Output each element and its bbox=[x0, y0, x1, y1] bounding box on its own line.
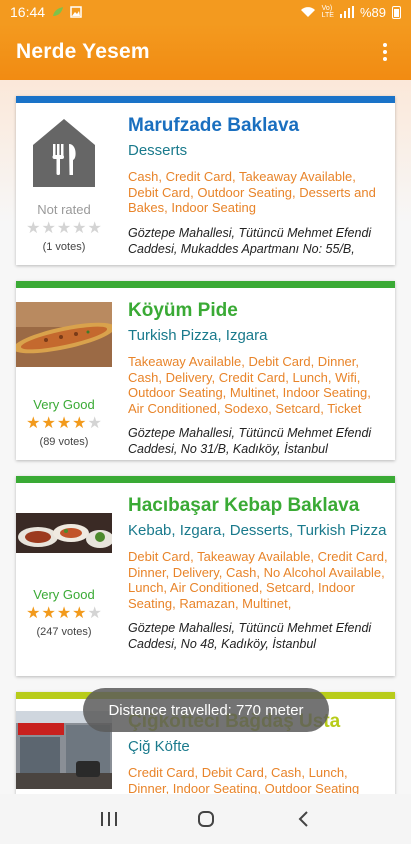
wifi-icon bbox=[300, 7, 315, 17]
star-icon: ★ bbox=[72, 415, 87, 432]
rating-label: Not rated bbox=[37, 202, 91, 217]
star-icon: ★ bbox=[87, 220, 102, 237]
restaurant-name: Hacıbaşar Kebap Baklava bbox=[128, 495, 360, 516]
star-icon: ★ bbox=[26, 605, 41, 622]
rating-stars: ★ ★ ★ ★ ★ bbox=[26, 606, 102, 622]
star-icon: ★ bbox=[72, 220, 87, 237]
restaurant-address: Göztepe Mahallesi, Tütüncü Mehmet Efendi… bbox=[128, 621, 372, 651]
restaurant-category: Turkish Pizza, Izgara bbox=[128, 327, 268, 344]
restaurant-tags: Takeaway Available, Debit Card, Dinner, … bbox=[128, 354, 371, 416]
pide-photo bbox=[16, 302, 112, 367]
volte-top: Vo) bbox=[321, 5, 333, 12]
star-icon: ★ bbox=[56, 415, 72, 432]
card-info: Köyüm Pide Turkish Pizza, Izgara Takeawa… bbox=[128, 288, 389, 457]
notification-icons bbox=[51, 6, 82, 18]
card-left: Not rated ★ ★ ★ ★ ★ (1 votes) bbox=[16, 103, 112, 265]
star-icon: ★ bbox=[87, 605, 102, 622]
home-icon bbox=[197, 811, 214, 827]
card-info: Hacıbaşar Kebap Baklava Kebab, Izgara, D… bbox=[128, 483, 389, 652]
star-icon: ★ bbox=[41, 605, 56, 622]
vote-count: (89 votes) bbox=[39, 436, 89, 448]
home-button[interactable] bbox=[186, 799, 226, 839]
status-right: Vo) LTE %89 bbox=[300, 5, 401, 20]
rating-label: Very Good bbox=[33, 397, 95, 412]
restaurant-list[interactable]: Not rated ★ ★ ★ ★ ★ (1 votes) Marufzade Bakl… bbox=[0, 80, 411, 794]
restaurant-tags: Debit Card, Takeaway Available, Credit C… bbox=[128, 549, 388, 611]
card-left: Very Good ★ ★ ★ ★ ★ (247 votes) bbox=[16, 483, 112, 676]
recent-apps-button[interactable] bbox=[89, 799, 129, 839]
restaurant-address: Göztepe Mahallesi, Tütüncü Mehmet Efendi… bbox=[128, 426, 372, 456]
battery-icon bbox=[392, 5, 401, 19]
system-nav-bar bbox=[0, 794, 411, 844]
vote-count: (1 votes) bbox=[42, 241, 86, 253]
star-icon: ★ bbox=[56, 605, 72, 622]
restaurant-category: Desserts bbox=[128, 142, 188, 159]
rating-label: Very Good bbox=[33, 587, 95, 602]
star-icon: ★ bbox=[26, 220, 41, 237]
volte-bottom: LTE bbox=[321, 12, 334, 19]
rating-stars: ★ ★ ★ ★ ★ bbox=[26, 221, 102, 237]
star-icon: ★ bbox=[26, 415, 41, 432]
signal-icon bbox=[339, 6, 354, 18]
star-icon: ★ bbox=[87, 415, 102, 432]
vote-count: (247 votes) bbox=[36, 626, 92, 638]
restaurant-address: Göztepe Mahallesi, Tütüncü Mehmet Efendi… bbox=[128, 225, 372, 256]
restaurant-tags: Credit Card, Debit Card, Cash, Lunch, Di… bbox=[128, 765, 360, 794]
leaf-icon bbox=[53, 7, 64, 16]
restaurant-name: Köyüm Pide bbox=[128, 300, 238, 321]
kebab-photo bbox=[16, 513, 112, 553]
store-icon bbox=[33, 119, 95, 187]
back-button[interactable] bbox=[283, 799, 323, 839]
back-icon bbox=[298, 811, 308, 827]
card-left: Very Good ★ ★ ★ ★ ★ (89 votes) bbox=[16, 288, 112, 460]
status-time: 16:44 bbox=[10, 4, 46, 20]
overflow-menu-button[interactable] bbox=[375, 40, 395, 64]
image-icon bbox=[70, 6, 82, 18]
star-icon: ★ bbox=[56, 220, 72, 237]
restaurant-name: Marufzade Baklava bbox=[128, 115, 300, 136]
restaurant-card[interactable]: Very Good ★ ★ ★ ★ ★ (89 votes) Köyüm Pide Tu… bbox=[16, 281, 395, 460]
distance-toast: Distance travelled: 770 meter bbox=[83, 688, 329, 732]
restaurant-tags: Cash, Credit Card, Takeaway Available, D… bbox=[128, 169, 376, 215]
recent-apps-icon bbox=[100, 812, 117, 826]
rating-stars: ★ ★ ★ ★ ★ bbox=[26, 416, 102, 432]
restaurant-card[interactable]: Not rated ★ ★ ★ ★ ★ (1 votes) Marufzade Bakl… bbox=[16, 96, 395, 265]
status-bar: 16:44 Vo) LTE %89 bbox=[0, 0, 411, 24]
star-icon: ★ bbox=[41, 415, 56, 432]
app-bar: Nerde Yesem bbox=[0, 24, 411, 80]
restaurant-category: Kebab, Izgara, Desserts, Turkish Pizza bbox=[128, 522, 387, 539]
volte-label: Vo) LTE bbox=[322, 5, 334, 19]
star-icon: ★ bbox=[72, 605, 87, 622]
star-icon: ★ bbox=[41, 220, 56, 237]
battery-percent: %89 bbox=[359, 4, 386, 20]
restaurant-card[interactable]: Very Good ★ ★ ★ ★ ★ (247 votes) Hacıbaşar Ke… bbox=[16, 476, 395, 676]
restaurant-category: Çiğ Köfte bbox=[128, 738, 190, 755]
app-title: Nerde Yesem bbox=[16, 40, 150, 63]
card-info: Marufzade Baklava Desserts Cash, Credit … bbox=[128, 103, 389, 257]
